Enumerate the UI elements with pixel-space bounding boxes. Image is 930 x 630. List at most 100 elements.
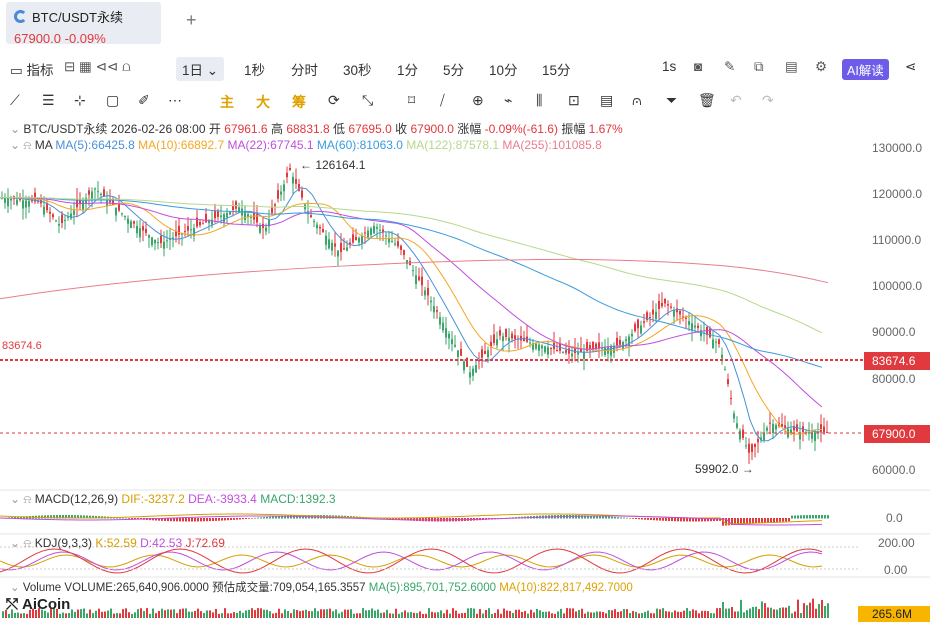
brush-tool-icon[interactable]: ✐ [138, 92, 150, 109]
indicators-button[interactable]: ▭ 指标 [10, 59, 54, 79]
macd-bar [194, 518, 196, 522]
symbol-tab[interactable]: BTC/USDT永续 67900.0 -0.09% [6, 2, 161, 46]
candle-body [115, 207, 117, 216]
volume-bar [152, 608, 154, 618]
measure-tool-icon[interactable]: ⤡ [362, 92, 373, 109]
tag-tool-icon[interactable]: ⌑ [408, 92, 415, 109]
bell-icon[interactable]: ⍾ [23, 492, 31, 506]
tf-1m[interactable]: 1分 [397, 59, 418, 79]
edit-icon[interactable]: ✎ [724, 59, 735, 75]
tf-1s[interactable]: 1秒 [244, 59, 265, 79]
lock-icon[interactable]: ⊡ [568, 92, 580, 109]
grid-icon[interactable]: ▤ [785, 59, 798, 75]
tf-5m[interactable]: 5分 [443, 59, 464, 79]
tf-10m[interactable]: 10分 [489, 59, 518, 79]
tf-line[interactable]: 分时 [291, 59, 318, 79]
candle-body [502, 336, 504, 341]
candle-body [331, 242, 333, 251]
collapse-icon[interactable]: ⌄ [10, 582, 20, 594]
rect-tool-icon[interactable]: ▢ [106, 92, 119, 109]
volume-bar [764, 603, 766, 618]
share-icon[interactable]: ⋖ [905, 59, 916, 75]
note-tool-icon[interactable]: ▤ [600, 92, 613, 109]
macd-bar [659, 518, 661, 521]
tf-right[interactable]: 1s [662, 59, 676, 74]
refresh-tool-icon[interactable]: ⟳ [328, 92, 340, 109]
macd-bar [680, 518, 682, 522]
bell-icon[interactable]: ⍾ [23, 536, 31, 550]
volume-bar [641, 613, 643, 618]
candle-body [133, 221, 135, 224]
candle-body [472, 368, 474, 376]
candle-body [481, 349, 483, 358]
volume-bar [629, 613, 631, 618]
line-tool-icon[interactable]: ⟋ [10, 92, 20, 109]
candle-body [556, 349, 558, 351]
tf-30s[interactable]: 30秒 [343, 59, 372, 79]
candle-body [160, 235, 162, 244]
settings-icon[interactable]: ⚙ [815, 59, 827, 75]
candle-body [163, 241, 165, 249]
candle-body [430, 300, 432, 303]
zoom-tool-icon[interactable]: ⊕ [472, 92, 484, 109]
candle-body [67, 216, 69, 218]
layout-icon[interactable]: ⧉ [754, 59, 764, 75]
trash-icon[interactable]: 🗑 [698, 92, 716, 109]
ruler-tool-icon[interactable]: ⧸ [440, 92, 445, 109]
candle-body [28, 200, 30, 207]
tf-selected[interactable]: 1日 ⌄ [176, 57, 225, 81]
chip-button[interactable]: 筹 [292, 92, 306, 112]
collapse-icon[interactable]: ⌄ [10, 536, 20, 550]
toolbar-icons[interactable]: ⊟ ▦ ⊲⊲ ⩍ [64, 59, 131, 75]
candle-body [235, 201, 237, 209]
add-tab-button[interactable]: + [186, 10, 197, 31]
volume-bar [749, 608, 751, 618]
candle-body [64, 219, 66, 221]
candle-body [340, 242, 342, 253]
macd-bar [818, 515, 820, 519]
candle-body [484, 350, 486, 354]
filter-icon[interactable]: ⏷ [666, 92, 677, 109]
hlines-tool-icon[interactable]: ☰ [42, 92, 55, 109]
volume-bar [545, 611, 547, 618]
volume-bar [407, 612, 409, 618]
ai-button[interactable]: AI解读 [842, 59, 889, 80]
undo-icon[interactable]: ↶ [730, 92, 742, 109]
big-button[interactable]: 大 [256, 92, 270, 112]
candle-body [421, 276, 423, 286]
chart-area[interactable] [0, 114, 930, 630]
volume-bar [65, 613, 67, 618]
volume-bar [494, 612, 496, 618]
camera-icon[interactable]: ◙ [694, 59, 702, 74]
volume-bar [314, 608, 316, 618]
kdj-d: D:42.53 [140, 536, 183, 550]
volume-bar [275, 612, 277, 618]
magnet-icon[interactable]: ⩀ [632, 92, 642, 109]
more-tools-icon[interactable]: ⋯ [168, 92, 182, 109]
candle-body [613, 345, 615, 353]
macd-bar [602, 516, 604, 519]
tf-15m[interactable]: 15分 [542, 59, 571, 79]
tab-change: -0.09% [64, 31, 106, 46]
macd-bar [623, 517, 625, 519]
redo-icon[interactable]: ↷ [762, 92, 774, 109]
paint-tool-icon[interactable]: ⌁ [504, 92, 512, 109]
volume-bar [530, 609, 532, 618]
macd-bar [173, 518, 175, 522]
volume-bar [647, 610, 649, 618]
main-button[interactable]: 主 [220, 92, 234, 112]
collapse-icon[interactable]: ⌄ [10, 492, 20, 506]
volume-bar [236, 612, 238, 618]
candle-body [22, 200, 24, 209]
candle-body [550, 347, 552, 349]
hline-tool-icon[interactable]: ⊹ [74, 92, 86, 109]
volume-bar [668, 611, 670, 618]
candle-body [316, 224, 318, 229]
candles-tool-icon[interactable]: ⫼ [536, 92, 542, 109]
candle-body [562, 351, 564, 353]
volume-bar [446, 609, 448, 618]
volume-bar [692, 609, 694, 618]
macd-bar [203, 518, 205, 522]
ma22-line [0, 197, 823, 408]
macd-bar [251, 518, 253, 519]
